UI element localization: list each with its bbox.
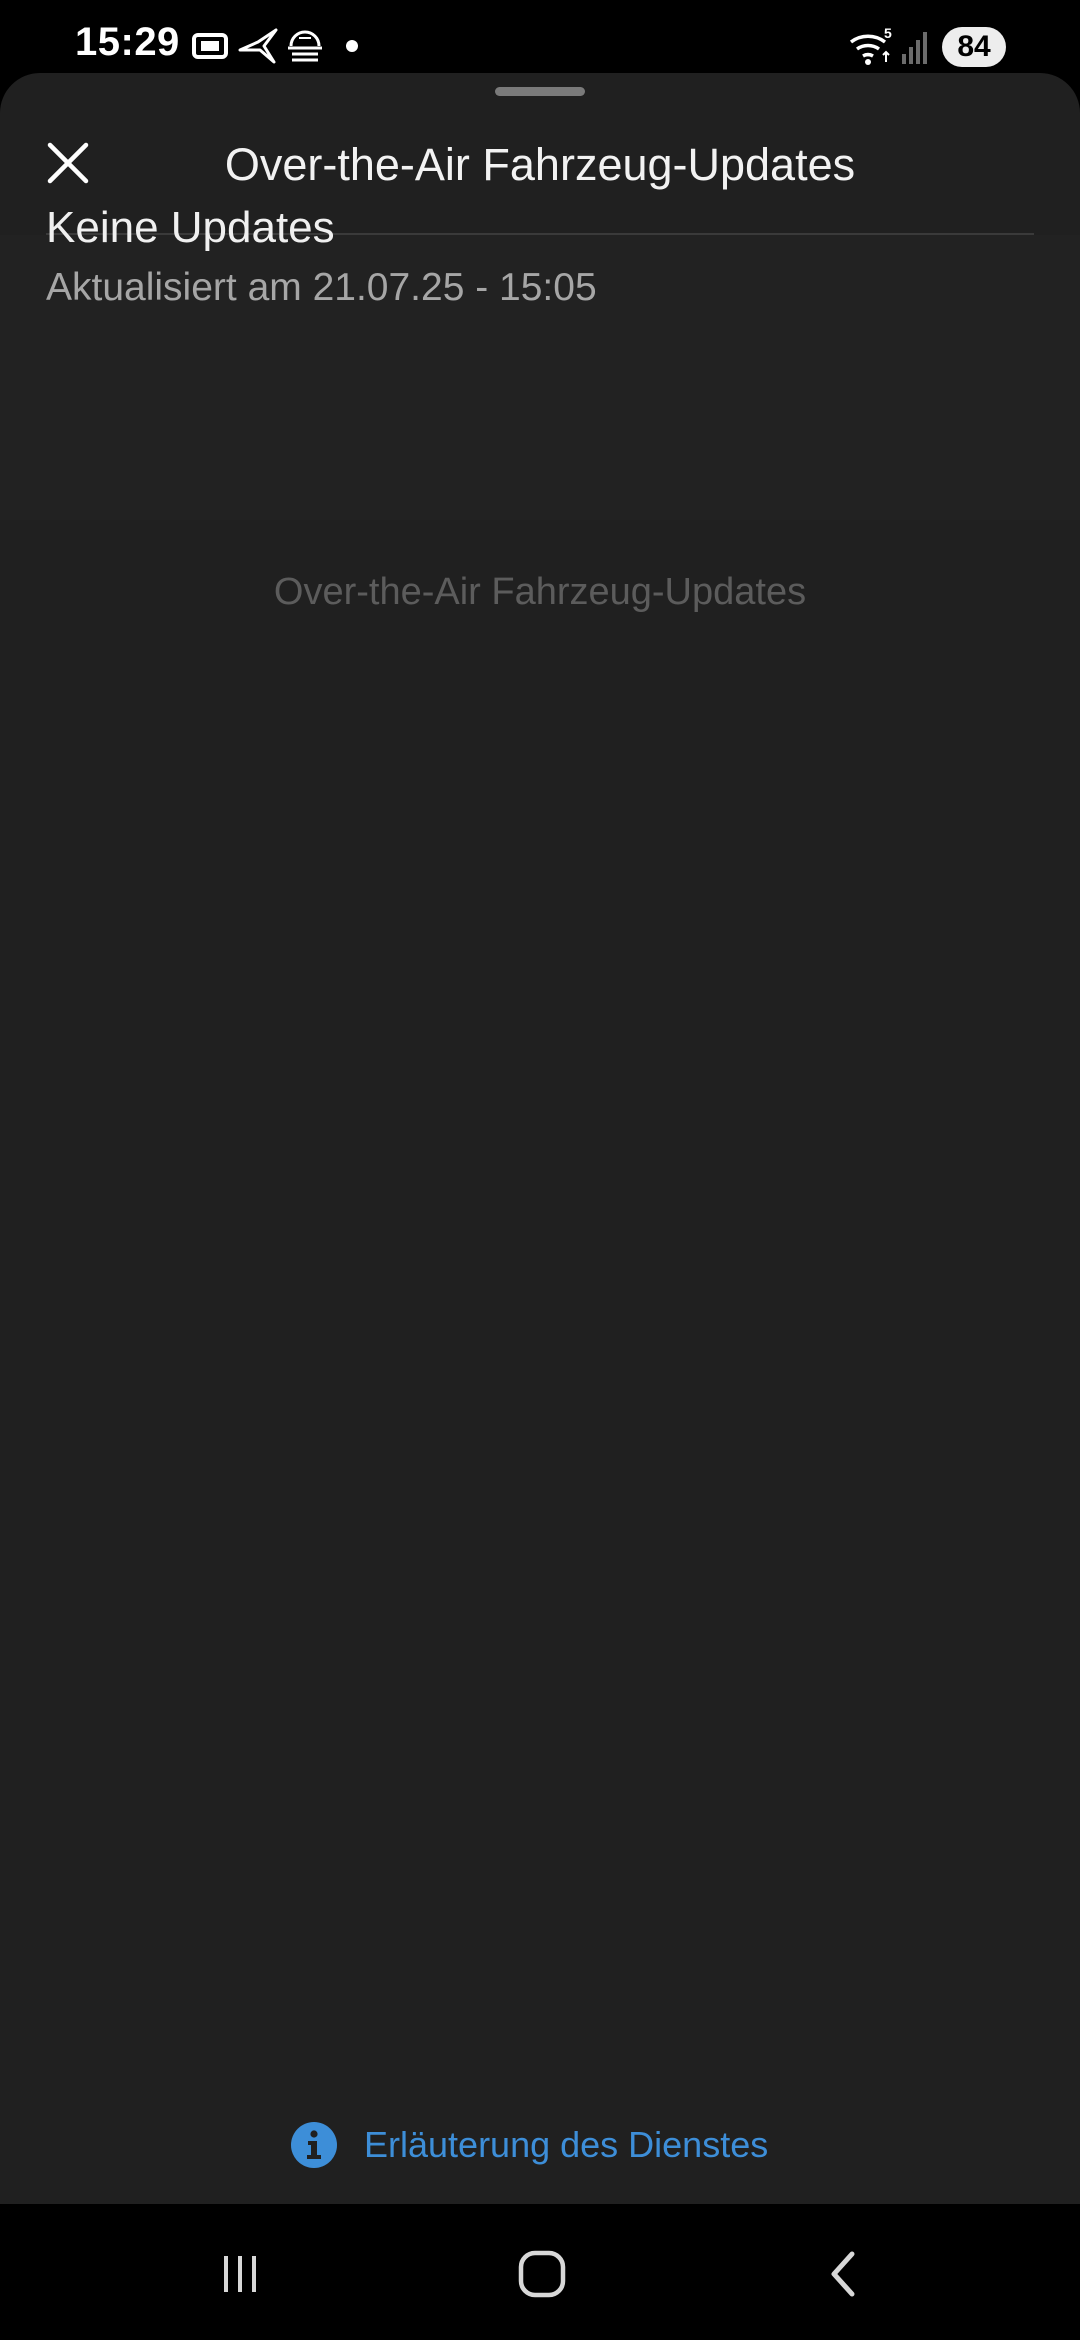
bird-app-icon	[238, 28, 278, 64]
battery-icon: 84	[942, 27, 1006, 67]
update-status-timestamp: Aktualisiert am 21.07.25 - 15:05	[46, 266, 597, 309]
wifi-icon: 5	[849, 26, 892, 65]
placeholder-title: Over-the-Air Fahrzeug-Updates	[273, 571, 807, 613]
back-icon	[831, 2251, 855, 2297]
home-button[interactable]	[502, 2242, 582, 2306]
notification-dot-icon	[346, 40, 358, 52]
service-explanation-link[interactable]: Erläuterung des Dienstes	[290, 2117, 768, 2173]
drag-handle[interactable]	[495, 87, 585, 96]
home-icon	[518, 2250, 566, 2298]
svg-text:5: 5	[884, 26, 892, 41]
info-icon	[291, 2122, 337, 2168]
navigation-bar	[0, 2204, 1080, 2340]
status-time: 15:29	[75, 20, 180, 64]
dome-app-icon	[288, 30, 322, 62]
ota-updates-sheet: Over-the-Air Fahrzeug-Updates Keine Upda…	[0, 73, 1080, 2204]
battery-level: 84	[957, 30, 991, 63]
status-bar: 15:29 5 84	[0, 0, 1080, 75]
service-explanation-label: Erläuterung des Dienstes	[364, 2124, 769, 2165]
back-button[interactable]	[804, 2242, 884, 2306]
recent-apps-icon	[224, 2256, 256, 2292]
recent-apps-button[interactable]	[200, 2242, 280, 2306]
signal-icon	[902, 32, 927, 64]
update-status-heading: Keine Updates	[46, 203, 335, 252]
sheet-title: Over-the-Air Fahrzeug-Updates	[224, 139, 856, 190]
sim-card-icon	[192, 33, 228, 59]
